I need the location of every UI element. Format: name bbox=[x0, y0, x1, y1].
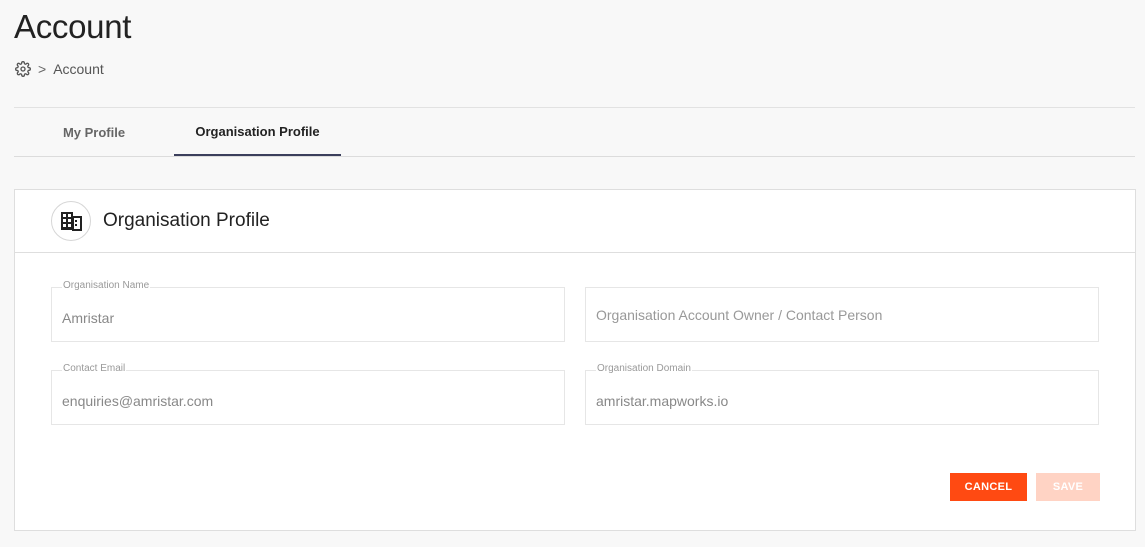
account-owner-field[interactable]: Organisation Account Owner / Contact Per… bbox=[585, 287, 1099, 342]
card-title: Organisation Profile bbox=[103, 210, 270, 231]
organisation-profile-card: Organisation Profile Organisation Name A… bbox=[14, 189, 1136, 531]
contact-email-label: Contact Email bbox=[62, 363, 127, 374]
building-icon bbox=[51, 201, 91, 241]
organisation-domain-field[interactable]: Organisation Domain amristar.mapworks.io bbox=[585, 363, 1099, 425]
breadcrumb-separator: > bbox=[38, 61, 47, 77]
tab-my-profile[interactable]: My Profile bbox=[14, 108, 174, 156]
organisation-name-label: Organisation Name bbox=[62, 280, 151, 291]
account-owner-placeholder: Organisation Account Owner / Contact Per… bbox=[596, 307, 883, 323]
save-button[interactable]: SAVE bbox=[1036, 473, 1100, 501]
contact-email-field[interactable]: Contact Email enquiries@amristar.com bbox=[51, 363, 565, 425]
card-header: Organisation Profile bbox=[15, 190, 1135, 253]
cancel-button[interactable]: CANCEL bbox=[950, 473, 1027, 501]
page-title: Account bbox=[14, 8, 132, 45]
organisation-domain-value: amristar.mapworks.io bbox=[596, 393, 729, 409]
organisation-domain-label: Organisation Domain bbox=[596, 363, 692, 374]
organisation-name-field[interactable]: Organisation Name Amristar bbox=[51, 280, 565, 342]
tab-bar: My Profile Organisation Profile bbox=[14, 108, 1135, 157]
contact-email-value: enquiries@amristar.com bbox=[62, 393, 214, 409]
breadcrumb: > Account bbox=[15, 61, 104, 77]
breadcrumb-current: Account bbox=[53, 61, 104, 77]
tab-organisation-profile[interactable]: Organisation Profile bbox=[174, 108, 341, 156]
gear-icon[interactable] bbox=[15, 61, 31, 77]
organisation-name-value: Amristar bbox=[62, 310, 115, 326]
